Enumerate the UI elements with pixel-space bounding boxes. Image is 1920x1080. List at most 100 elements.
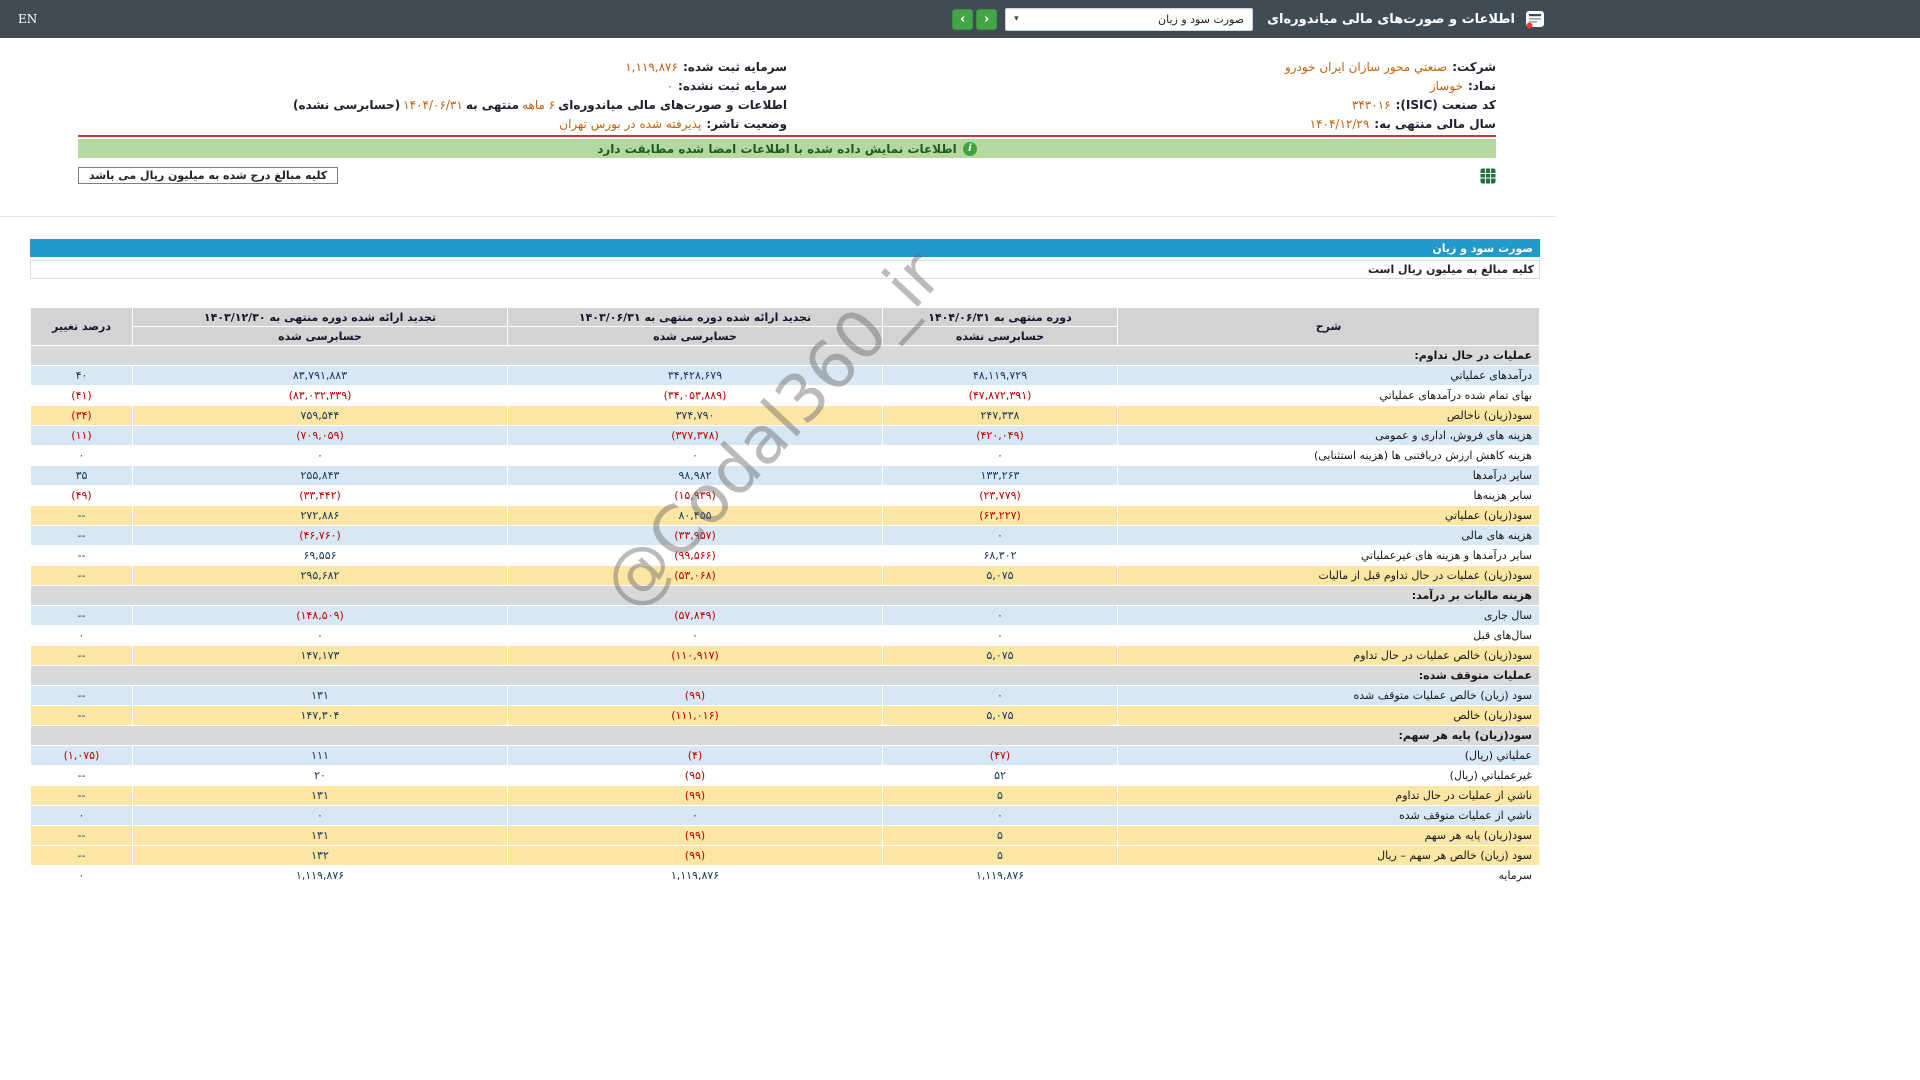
row-description: درآمدهای عملیاتي	[1117, 365, 1540, 386]
row-description: سود(زیان) عملیات در حال تداوم قبل از مال…	[1117, 565, 1540, 586]
statement-data-row: هزینه های مالی ۰ (۳۳,۹۵۷) (۴۶,۷۶۰) --	[30, 525, 1540, 546]
amount-restated-midyear: (۳۳,۹۵۷)	[507, 525, 883, 546]
amount-restated-midyear: (۹۹)	[507, 845, 883, 866]
statement-data-row: درآمدهای عملیاتي ۴۸,۱۱۹,۷۲۹ ۳۴,۴۲۸,۶۷۹ ۸۳,۷…	[30, 365, 1540, 386]
amount-restated-midyear: ۹۸,۹۸۲	[507, 465, 883, 486]
percent-change: (۱,۰۷۵)	[30, 745, 133, 766]
isic-code-row: کد صنعت (ISIC): ۳۴۳۰۱۶	[787, 95, 1496, 114]
section-header-row: عملیات در حال تداوم:	[30, 345, 1540, 366]
section-header-row: هزینه مالیات بر درآمد:	[30, 585, 1540, 606]
ticker-symbol-row: نماد: خوساز	[787, 76, 1496, 95]
amount-restated-yearend: (۴۶,۷۶۰)	[132, 525, 508, 546]
income-statement-table: شرح دوره منتهی به ۱۴۰۴/۰۶/۳۱ تجدید ارائه…	[30, 307, 1540, 886]
amount-current-period: ۰	[882, 605, 1118, 626]
row-description: سایر درآمدها	[1117, 465, 1540, 486]
row-description: عملیاتي (ریال)	[1117, 745, 1540, 766]
english-language-link[interactable]: EN	[18, 12, 37, 26]
percent-change: --	[30, 785, 133, 806]
statement-data-row: سود(زیان) عملیاتي (۶۳,۲۲۷) ۸۰,۴۵۵ ۲۷۲,۸۸۶ --	[30, 505, 1540, 526]
percent-change: --	[30, 685, 133, 706]
percent-change: ۰	[30, 865, 133, 886]
percent-change: ۰	[30, 805, 133, 826]
amount-restated-midyear: (۱۵,۹۳۹)	[507, 485, 883, 506]
page-container: شرکت: صنعتي محور سازان ايران خودرو نماد:…	[0, 57, 1556, 886]
section-header-row: سود(زیان) پایه هر سهم:	[30, 725, 1540, 746]
section-header-label: عملیات متوقف شده:	[30, 665, 1540, 686]
amount-restated-yearend: ۱۱۱	[132, 745, 508, 766]
amount-restated-midyear: ۱,۱۱۹,۸۷۶	[507, 865, 883, 886]
statement-data-row: هزینه های فروش، اداری و عمومی (۴۲۰,۰۴۹) (۳…	[30, 425, 1540, 446]
page-title: اطلاعات و صورت‌های مالی میاندوره‌ای	[1267, 11, 1515, 27]
statement-data-row: سال جاری ۰ (۵۷,۸۴۹) (۱۴۸,۵۰۹) --	[30, 605, 1540, 626]
ticker-symbol-label: نماد:	[1467, 78, 1496, 93]
statement-data-row: سود (زیان) خالص هر سهم – ریال ۵ (۹۹) ۱۳۲ --	[30, 845, 1540, 866]
statement-data-row: بهای تمام شده درآمدهای عملیاتي (۴۷,۸۷۲,۳۹…	[30, 385, 1540, 406]
percent-change: --	[30, 645, 133, 666]
col-subheader-audited-midyear: حسابرسی شده	[507, 326, 883, 346]
report-period-end-date: ۱۴۰۴/۰۶/۳۱	[403, 97, 463, 112]
amount-current-period: ۰	[882, 525, 1118, 546]
pl-table-body: عملیات در حال تداوم: درآمدهای عملیاتي ۴۸,۱…	[30, 345, 1540, 886]
codal-app-icon	[1525, 9, 1545, 29]
section-header-label: هزینه مالیات بر درآمد:	[30, 585, 1540, 606]
amount-restated-midyear: (۹۹)	[507, 825, 883, 846]
amount-current-period: ۴۸,۱۱۹,۷۲۹	[882, 365, 1118, 386]
percent-change: (۳۴)	[30, 405, 133, 426]
section-header-row: عملیات متوقف شده:	[30, 665, 1540, 686]
report-type-dropdown[interactable]: صورت سود و زیان ▾	[1005, 7, 1254, 31]
company-info-grid: شرکت: صنعتي محور سازان ايران خودرو نماد:…	[78, 57, 1496, 133]
currency-unit-note: کلیه مبالغ درج شده به میلیون ریال می باش…	[78, 167, 339, 184]
percent-change: --	[30, 765, 133, 786]
col-header-restated-midyear: تجدید ارائه شده دوره منتهی به ۱۴۰۳/۰۶/۳۱	[507, 307, 883, 327]
unregistered-capital-row: سرمایه ثبت نشده: ۰	[78, 76, 787, 95]
row-description: سود(زیان) عملیاتي	[1117, 505, 1540, 526]
company-info-panel: شرکت: صنعتي محور سازان ايران خودرو نماد:…	[78, 57, 1496, 137]
percent-change: --	[30, 825, 133, 846]
fiscal-year-end-row: سال مالی منتهی به: ۱۴۰۴/۱۲/۲۹	[787, 114, 1496, 133]
row-description: سود (زیان) خالص عملیات متوقف شده	[1117, 685, 1540, 706]
row-description: سرمایه	[1117, 865, 1540, 886]
amount-current-period: (۲۳,۷۷۹)	[882, 485, 1118, 506]
next-report-button[interactable]: ›	[952, 8, 974, 30]
statement-title-bar: صورت سود و زیان	[30, 239, 1540, 257]
col-subheader-audited-yearend: حسابرسی شده	[132, 326, 508, 346]
statement-data-row: سال‌های قبل ۰ ۰ ۰ ۰	[30, 625, 1540, 646]
percent-change: ۰	[30, 445, 133, 466]
report-period-mid-label: منتهی به	[465, 97, 520, 112]
col-subheader-unaudited: حسابرسی نشده	[882, 326, 1118, 346]
unregistered-capital-label: سرمایه ثبت نشده:	[678, 78, 787, 93]
amount-restated-yearend: ۸۳,۷۹۱,۸۸۳	[132, 365, 508, 386]
signature-match-banner: i اطلاعات نمایش داده شده با اطلاعات امضا…	[78, 139, 1496, 158]
isic-code-value: ۳۴۳۰۱۶	[1351, 97, 1391, 112]
amount-restated-midyear: (۳۴,۰۵۳,۸۸۹)	[507, 385, 883, 406]
amount-current-period: (۴۷)	[882, 745, 1118, 766]
amount-restated-yearend: ۱۳۲	[132, 845, 508, 866]
report-period-length: ۶ ماهه	[522, 97, 556, 112]
amount-restated-midyear: (۳۷۷,۳۷۸)	[507, 425, 883, 446]
percent-change: --	[30, 705, 133, 726]
amount-restated-yearend: ۶۹,۵۵۶	[132, 545, 508, 566]
amount-current-period: (۴۲۰,۰۴۹)	[882, 425, 1118, 446]
amount-restated-yearend: ۱۳۱	[132, 825, 508, 846]
unregistered-capital-value: ۰	[666, 78, 674, 93]
amount-current-period: ۰	[882, 805, 1118, 826]
issuer-status-value: پذیرفته شده در بورس تهران	[559, 116, 702, 131]
amount-current-period: (۶۳,۲۲۷)	[882, 505, 1118, 526]
row-description: سایر درآمدها و هزینه های غیرعملیاتي	[1117, 545, 1540, 566]
amount-restated-yearend: (۱۴۸,۵۰۹)	[132, 605, 508, 626]
amount-current-period: ۰	[882, 625, 1118, 646]
company-name-row: شرکت: صنعتي محور سازان ايران خودرو	[787, 57, 1496, 76]
top-header-content: اطلاعات و صورت‌های مالی میاندوره‌ای صورت…	[0, 0, 1556, 38]
percent-change: --	[30, 845, 133, 866]
report-period-row: اطلاعات و صورت‌های مالی میاندوره‌ای ۶ ما…	[78, 95, 787, 114]
statement-data-row: سرمایه ۱,۱۱۹,۸۷۶ ۱,۱۱۹,۸۷۶ ۱,۱۱۹,۸۷۶ ۰	[30, 865, 1540, 886]
amount-restated-midyear: ۰	[507, 445, 883, 466]
previous-report-button[interactable]: ‹	[976, 8, 998, 30]
amount-current-period: (۴۷,۸۷۲,۳۹۱)	[882, 385, 1118, 406]
statement-data-row: سود(زیان) ناخالص ۲۴۷,۳۳۸ ۳۷۴,۷۹۰ ۷۵۹,۵۴۴ (۳۴…	[30, 405, 1540, 426]
amount-restated-midyear: (۵۷,۸۴۹)	[507, 605, 883, 626]
amount-restated-yearend: (۳۳,۴۴۲)	[132, 485, 508, 506]
company-info-left-column: سرمایه ثبت شده: ۱,۱۱۹,۸۷۶ سرمایه ثبت نشد…	[78, 57, 787, 133]
amount-restated-yearend: ۲۹۵,۶۸۲	[132, 565, 508, 586]
excel-export-icon[interactable]	[1480, 168, 1496, 184]
